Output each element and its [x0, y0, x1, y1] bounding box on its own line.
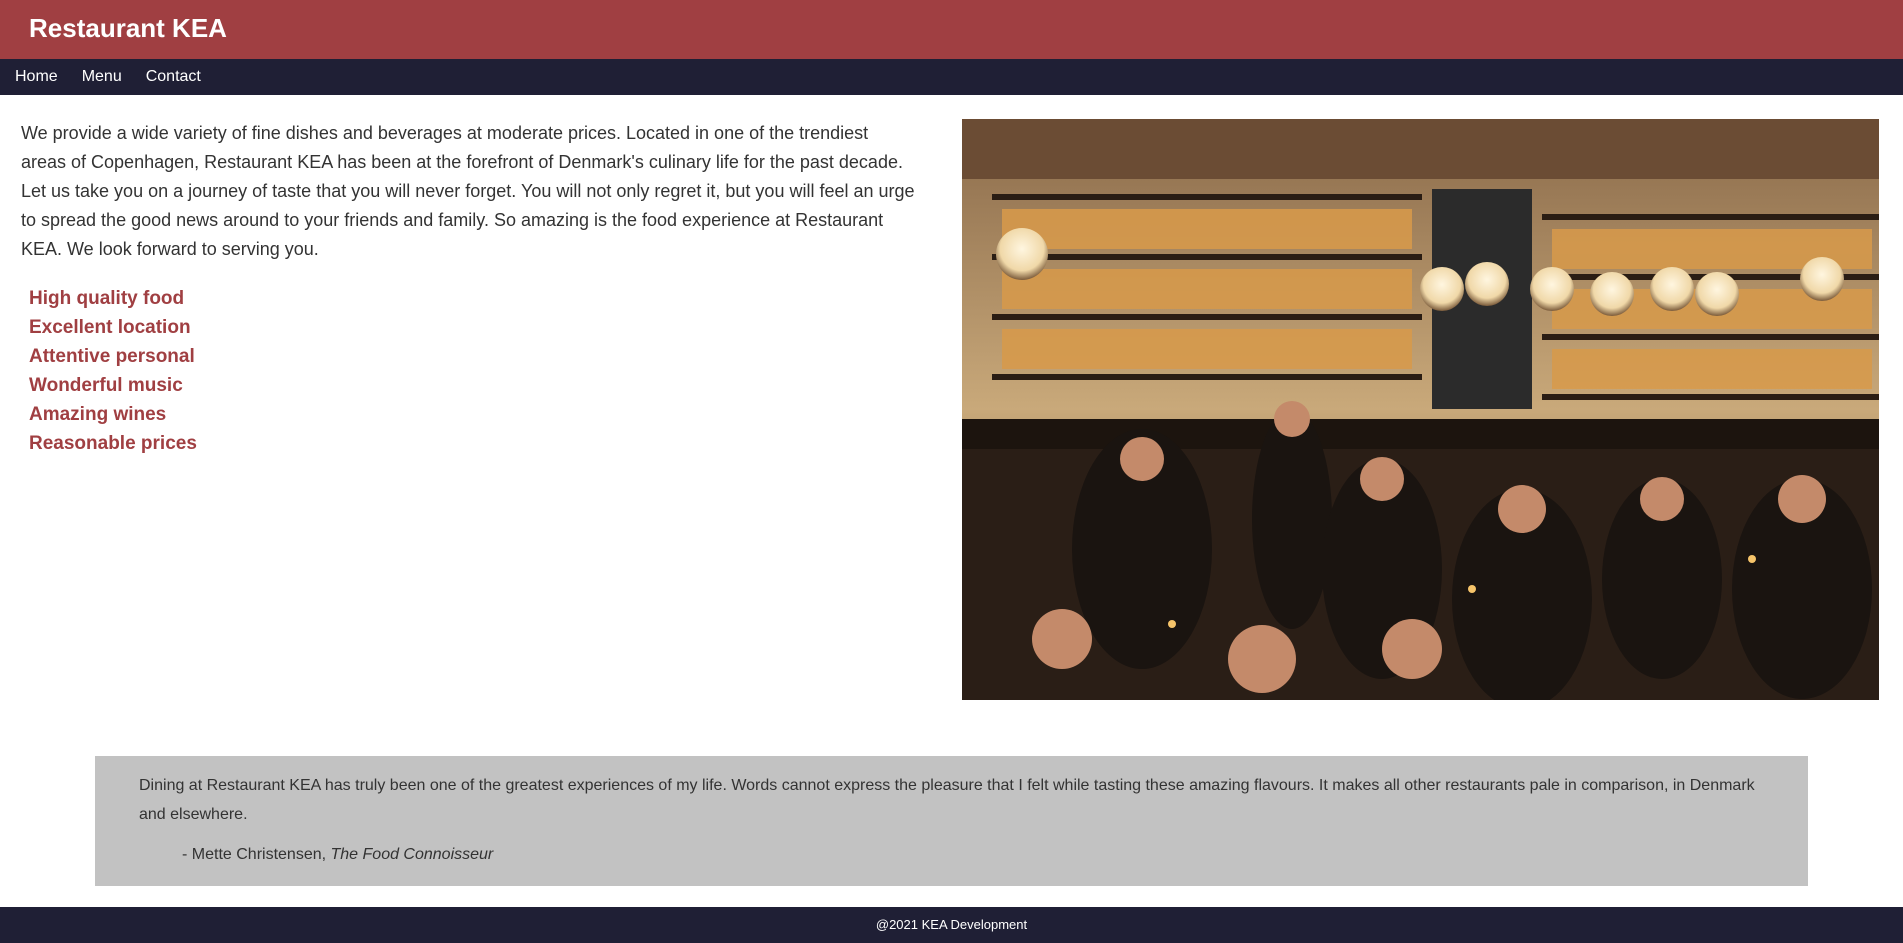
restaurant-photo-illustration: [962, 119, 1879, 700]
nav-menu-link[interactable]: Menu: [82, 59, 122, 95]
testimonial: Dining at Restaurant KEA has truly been …: [95, 756, 1808, 886]
site-footer: @2021 KEA Development: [0, 907, 1903, 943]
feature-item: Excellent location: [29, 317, 191, 338]
feature-item: High quality food: [29, 288, 185, 309]
footer-copyright: @2021 KEA Development: [875, 917, 1028, 932]
testimonial-author: - Mette Christensen, The Food Connoisseu…: [182, 845, 493, 865]
features-list: High quality food Excellent location Att…: [29, 284, 197, 458]
restaurant-photo: [962, 119, 1879, 700]
feature-item: Wonderful music: [29, 375, 183, 396]
testimonial-source: The Food Connoisseur: [330, 846, 494, 863]
nav-contact-link[interactable]: Contact: [146, 59, 201, 95]
feature-item: Amazing wines: [29, 404, 167, 425]
testimonial-text: Dining at Restaurant KEA has truly been …: [139, 777, 1755, 823]
site-header: Restaurant KEA: [0, 0, 1903, 59]
nav-home-link[interactable]: Home: [15, 59, 58, 95]
testimonial-author-name: - Mette Christensen,: [182, 846, 331, 863]
intro-paragraph: We provide a wide variety of fine dishes…: [21, 123, 915, 259]
main-nav: Home Menu Contact: [0, 59, 1903, 95]
site-title: Restaurant KEA: [29, 13, 227, 43]
feature-item: Reasonable prices: [29, 433, 197, 454]
feature-item: Attentive personal: [29, 346, 195, 367]
